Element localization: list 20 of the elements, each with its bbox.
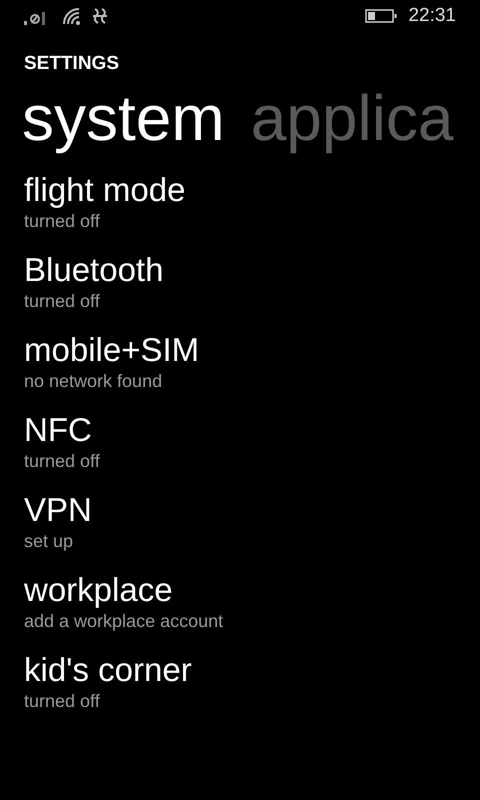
setting-status: no network found (24, 370, 162, 392)
pivot-tab[interactable]: system (22, 82, 225, 154)
setting-title[interactable]: flight mode (24, 170, 186, 210)
battery-icon (365, 9, 398, 23)
wifi-icon (62, 7, 82, 25)
setting-title[interactable]: Bluetooth (24, 250, 164, 290)
setting-status: turned off (24, 210, 100, 232)
status-time: 22:31 (408, 4, 456, 28)
setting-title[interactable]: mobile+SIM (24, 330, 200, 370)
setting-status: set up (24, 530, 74, 552)
setting-title[interactable]: NFC (24, 410, 92, 450)
app-title: SETTINGS (23, 52, 120, 76)
setting-title[interactable]: workplace (24, 570, 173, 610)
setting-status: turned off (24, 690, 100, 712)
setting-status: turned off (24, 290, 100, 312)
setting-status: add a workplace account (24, 610, 224, 632)
squiggle-icon (92, 7, 108, 25)
setting-status: turned off (24, 450, 100, 472)
setting-title[interactable]: kid's corner (24, 650, 192, 690)
setting-title[interactable]: VPN (24, 490, 92, 530)
